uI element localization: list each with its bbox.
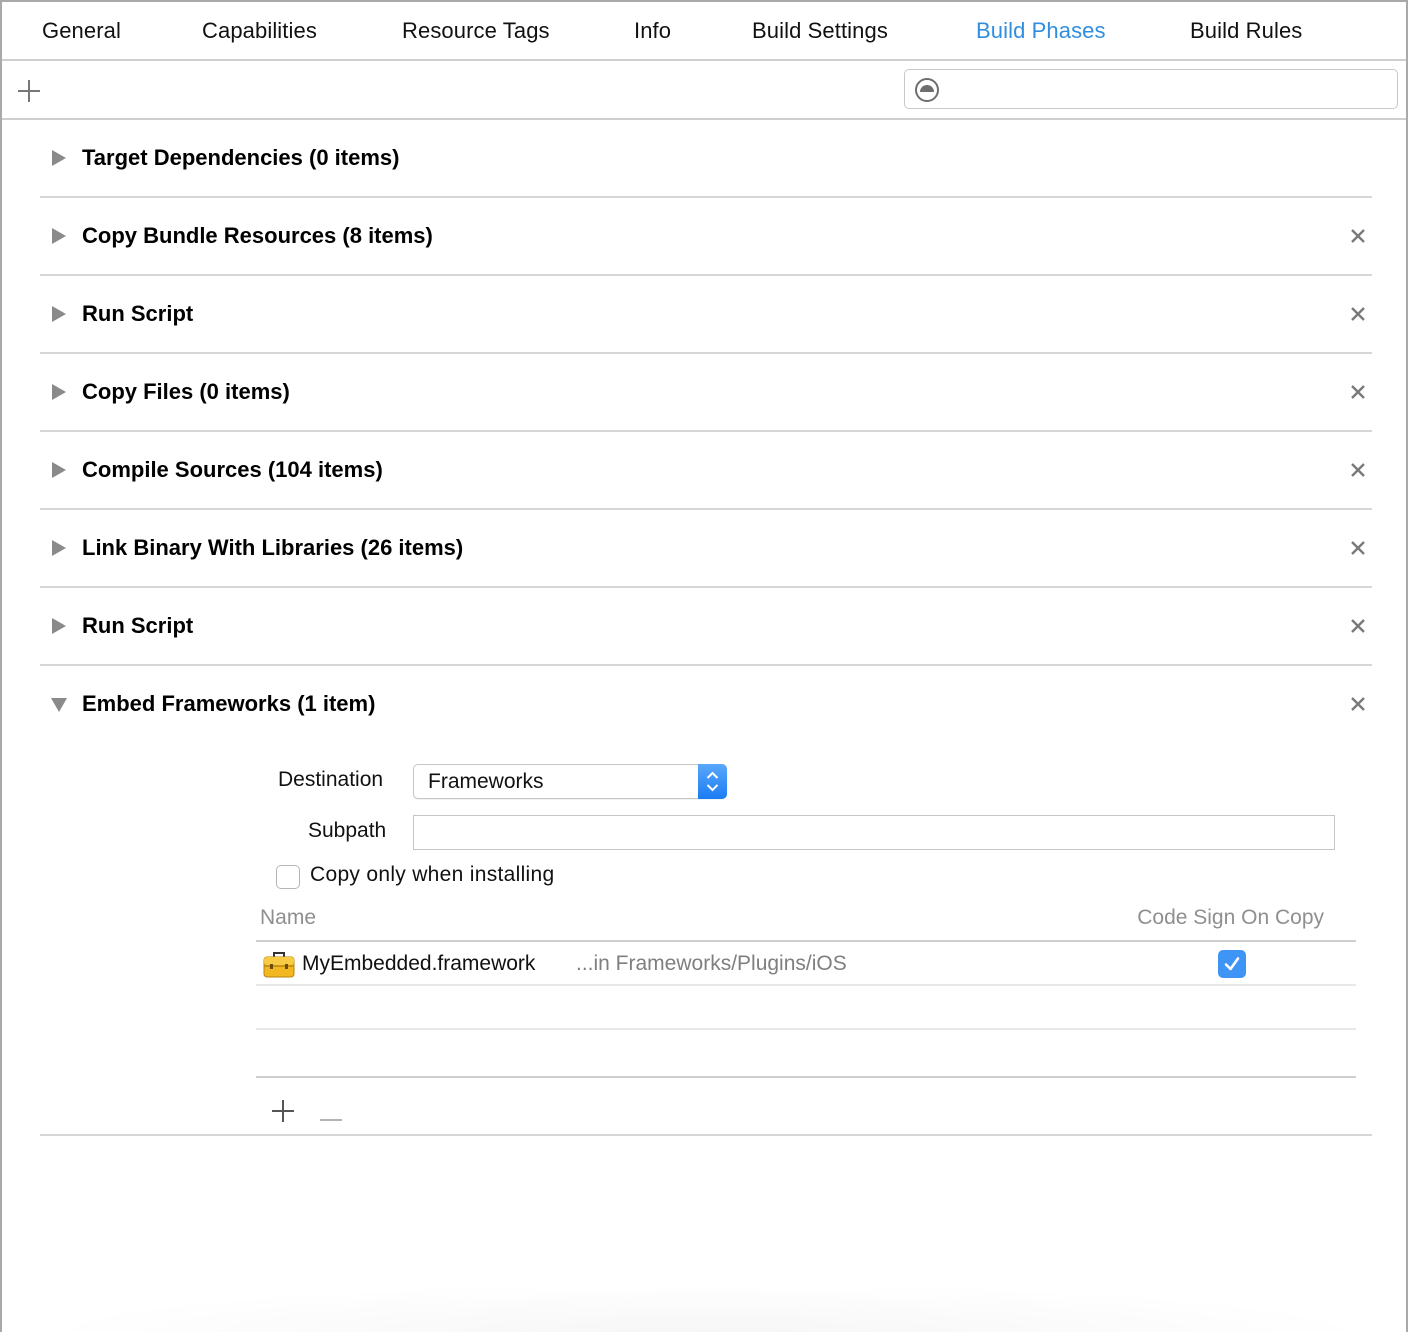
phase-header[interactable]: Embed Frameworks (1 item) bbox=[40, 666, 1372, 742]
destination-popup[interactable]: Frameworks bbox=[413, 764, 727, 799]
column-header-code-sign[interactable]: Code Sign On Copy bbox=[1137, 906, 1324, 930]
disclosure-triangle-right-icon[interactable] bbox=[51, 149, 67, 167]
chevron-up-down-icon bbox=[706, 771, 719, 792]
close-icon[interactable] bbox=[1350, 618, 1366, 634]
phase-embed-frameworks: Embed Frameworks (1 item) Destination Fr… bbox=[40, 666, 1372, 1136]
bottom-shadow bbox=[22, 1282, 1390, 1332]
tab-bar: General Capabilities Resource Tags Info … bbox=[2, 4, 1406, 61]
destination-value: Frameworks bbox=[428, 770, 544, 793]
table-row-empty bbox=[256, 986, 1356, 1030]
subpath-field[interactable] bbox=[413, 815, 1335, 850]
tab-general[interactable]: General bbox=[42, 18, 121, 44]
tab-info[interactable]: Info bbox=[634, 18, 671, 44]
disclosure-triangle-right-icon[interactable] bbox=[51, 539, 67, 557]
tab-build-settings[interactable]: Build Settings bbox=[752, 18, 888, 44]
phase-copy-bundle-resources: Copy Bundle Resources (8 items) bbox=[40, 198, 1372, 276]
copy-only-when-installing-label[interactable]: Copy only when installing bbox=[310, 863, 554, 887]
minus-icon bbox=[320, 1119, 342, 1121]
framework-location: ...in Frameworks/Plugins/iOS bbox=[576, 952, 847, 975]
phase-header[interactable]: Link Binary With Libraries (26 items) bbox=[40, 510, 1372, 586]
phase-title: Run Script bbox=[82, 613, 194, 638]
plus-icon bbox=[272, 1100, 294, 1122]
phase-header[interactable]: Target Dependencies (0 items) bbox=[40, 120, 1372, 196]
tab-build-rules[interactable]: Build Rules bbox=[1190, 18, 1302, 44]
phase-header[interactable]: Run Script bbox=[40, 276, 1372, 352]
phase-header[interactable]: Compile Sources (104 items) bbox=[40, 432, 1372, 508]
subpath-input[interactable] bbox=[414, 816, 1334, 849]
toolbox-icon bbox=[263, 952, 295, 978]
subpath-label: Subpath bbox=[308, 819, 387, 842]
add-build-phase-button[interactable] bbox=[16, 78, 42, 104]
phase-target-dependencies: Target Dependencies (0 items) bbox=[40, 120, 1372, 198]
checkmark-icon bbox=[1224, 957, 1240, 971]
phase-title: Run Script bbox=[82, 301, 194, 326]
phase-compile-sources: Compile Sources (104 items) bbox=[40, 432, 1372, 510]
plus-icon bbox=[18, 80, 40, 102]
filter-field[interactable] bbox=[904, 69, 1398, 109]
destination-label: Destination bbox=[278, 768, 384, 791]
close-icon[interactable] bbox=[1350, 228, 1366, 244]
phase-link-binary-with-libraries: Link Binary With Libraries (26 items) bbox=[40, 510, 1372, 588]
copy-only-when-installing-checkbox[interactable] bbox=[276, 865, 300, 889]
tab-capabilities[interactable]: Capabilities bbox=[202, 18, 317, 44]
tab-resource-tags[interactable]: Resource Tags bbox=[402, 18, 550, 44]
table-bottom-divider bbox=[256, 1076, 1356, 1078]
close-icon[interactable] bbox=[1350, 462, 1366, 478]
remove-framework-button[interactable] bbox=[320, 1109, 344, 1121]
disclosure-triangle-right-icon[interactable] bbox=[51, 461, 67, 479]
phase-header[interactable]: Copy Bundle Resources (8 items) bbox=[40, 198, 1372, 274]
disclosure-triangle-right-icon[interactable] bbox=[51, 383, 67, 401]
phase-header[interactable]: Copy Files (0 items) bbox=[40, 354, 1372, 430]
phase-run-script: Run Script bbox=[40, 276, 1372, 354]
code-sign-on-copy-checkbox[interactable] bbox=[1218, 950, 1246, 978]
phase-title: Copy Files (0 items) bbox=[82, 379, 290, 404]
phases-toolbar bbox=[2, 61, 1406, 120]
phase-title: Embed Frameworks (1 item) bbox=[82, 691, 376, 716]
framework-name: MyEmbedded.framework bbox=[302, 952, 536, 975]
disclosure-triangle-right-icon[interactable] bbox=[51, 227, 67, 245]
phase-run-script: Run Script bbox=[40, 588, 1372, 666]
phase-title: Link Binary With Libraries (26 items) bbox=[82, 535, 464, 560]
disclosure-triangle-down-icon[interactable] bbox=[51, 695, 67, 713]
build-phases-editor: General Capabilities Resource Tags Info … bbox=[0, 0, 1408, 1332]
phase-title: Target Dependencies (0 items) bbox=[82, 145, 400, 170]
close-icon[interactable] bbox=[1350, 384, 1366, 400]
popup-stepper bbox=[698, 764, 727, 799]
phase-title: Compile Sources (104 items) bbox=[82, 457, 383, 482]
phase-header[interactable]: Run Script bbox=[40, 588, 1372, 664]
filter-input[interactable] bbox=[949, 74, 1389, 104]
filter-icon bbox=[915, 78, 939, 102]
disclosure-triangle-right-icon[interactable] bbox=[51, 305, 67, 323]
close-icon[interactable] bbox=[1350, 540, 1366, 556]
close-icon[interactable] bbox=[1350, 306, 1366, 322]
tab-build-phases[interactable]: Build Phases bbox=[976, 18, 1106, 44]
column-header-name[interactable]: Name bbox=[260, 906, 316, 930]
phase-title: Copy Bundle Resources (8 items) bbox=[82, 223, 433, 248]
disclosure-triangle-right-icon[interactable] bbox=[51, 617, 67, 635]
phase-copy-files: Copy Files (0 items) bbox=[40, 354, 1372, 432]
table-row[interactable]: MyEmbedded.framework ...in Frameworks/Pl… bbox=[256, 942, 1356, 986]
close-icon[interactable] bbox=[1350, 696, 1366, 712]
add-framework-button[interactable] bbox=[270, 1098, 296, 1124]
